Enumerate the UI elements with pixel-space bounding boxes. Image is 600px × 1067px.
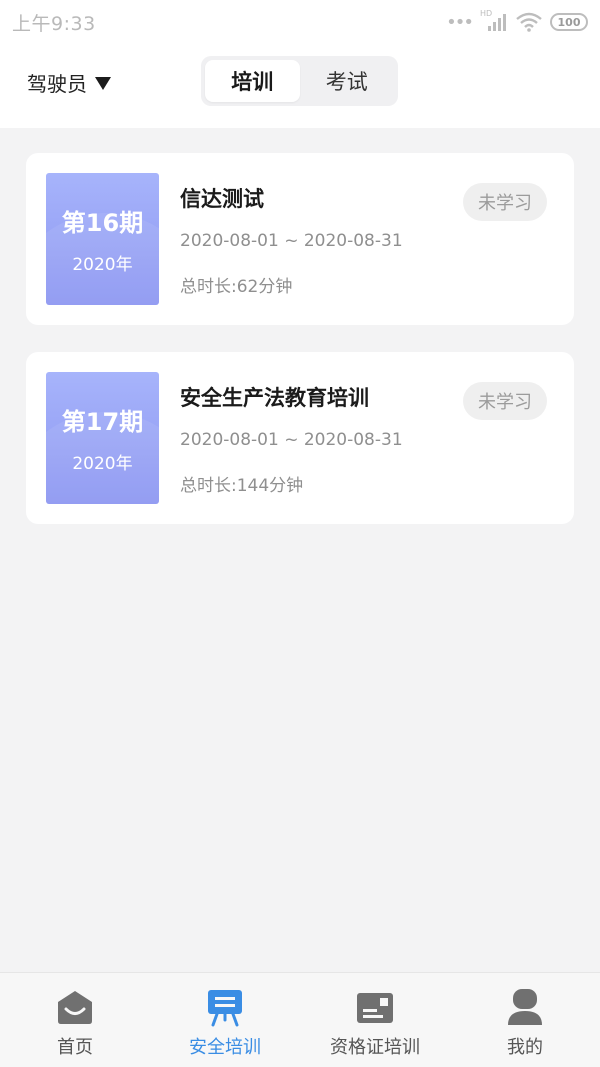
battery-icon: 100 (550, 13, 588, 31)
status-time: 上午9:33 (12, 12, 96, 35)
wifi-icon (516, 12, 542, 32)
course-title: 安全生产法教育培训 (180, 386, 369, 410)
signal-hd-label: HD (480, 9, 493, 18)
nav-label-safety-training: 安全培训 (189, 1037, 261, 1058)
nav-item-mine[interactable]: 我的 (450, 973, 600, 1067)
status-bar: 上午9:33 ••• HD 100 (0, 0, 600, 44)
course-date-range: 2020-08-01 ~ 2020-08-31 (180, 231, 403, 251)
training-board-icon (208, 990, 242, 1027)
nav-label-certificate-training: 资格证培训 (330, 1037, 420, 1058)
course-card[interactable]: 第16期 2020年 信达测试 2020-08-01 ~ 2020-08-31 … (26, 153, 574, 325)
course-card[interactable]: 第17期 2020年 安全生产法教育培训 2020-08-01 ~ 2020-0… (26, 352, 574, 524)
cover-period: 第16期 (61, 209, 144, 237)
user-icon (508, 989, 542, 1025)
status-badge: 未学习 (463, 382, 547, 420)
status-badge: 未学习 (463, 183, 547, 221)
signal-icon: HD (480, 9, 508, 33)
course-date-range: 2020-08-01 ~ 2020-08-31 (180, 430, 403, 450)
course-cover: 第16期 2020年 (46, 173, 159, 305)
tab-exam[interactable]: 考试 (300, 60, 395, 102)
status-icons: ••• HD 100 (446, 9, 588, 33)
role-dropdown[interactable]: 驾驶员 (27, 68, 111, 97)
certificate-icon (357, 993, 393, 1023)
tab-training[interactable]: 培训 (205, 60, 300, 102)
course-duration: 总时长:62分钟 (180, 277, 293, 297)
nav-item-certificate-training[interactable]: 资格证培训 (300, 973, 450, 1067)
top-header: 驾驶员 培训 考试 (0, 44, 600, 128)
caret-down-icon (95, 77, 111, 90)
nav-item-home[interactable]: 首页 (0, 973, 150, 1067)
nav-label-home: 首页 (57, 1037, 93, 1058)
role-label: 驾驶员 (27, 72, 87, 96)
course-duration: 总时长:144分钟 (180, 476, 304, 496)
cover-year: 2020年 (72, 255, 133, 275)
cover-period: 第17期 (61, 408, 144, 436)
course-cover: 第17期 2020年 (46, 372, 159, 504)
course-title: 信达测试 (180, 187, 264, 211)
nav-item-safety-training[interactable]: 安全培训 (150, 973, 300, 1067)
more-dots-icon: ••• (446, 11, 474, 33)
home-icon (58, 991, 92, 1024)
segmented-control: 培训 考试 (201, 56, 398, 106)
nav-label-mine: 我的 (507, 1037, 543, 1058)
cover-year: 2020年 (72, 454, 133, 474)
bottom-nav: 首页 安全培训 资格证培训 我的 (0, 972, 600, 1067)
